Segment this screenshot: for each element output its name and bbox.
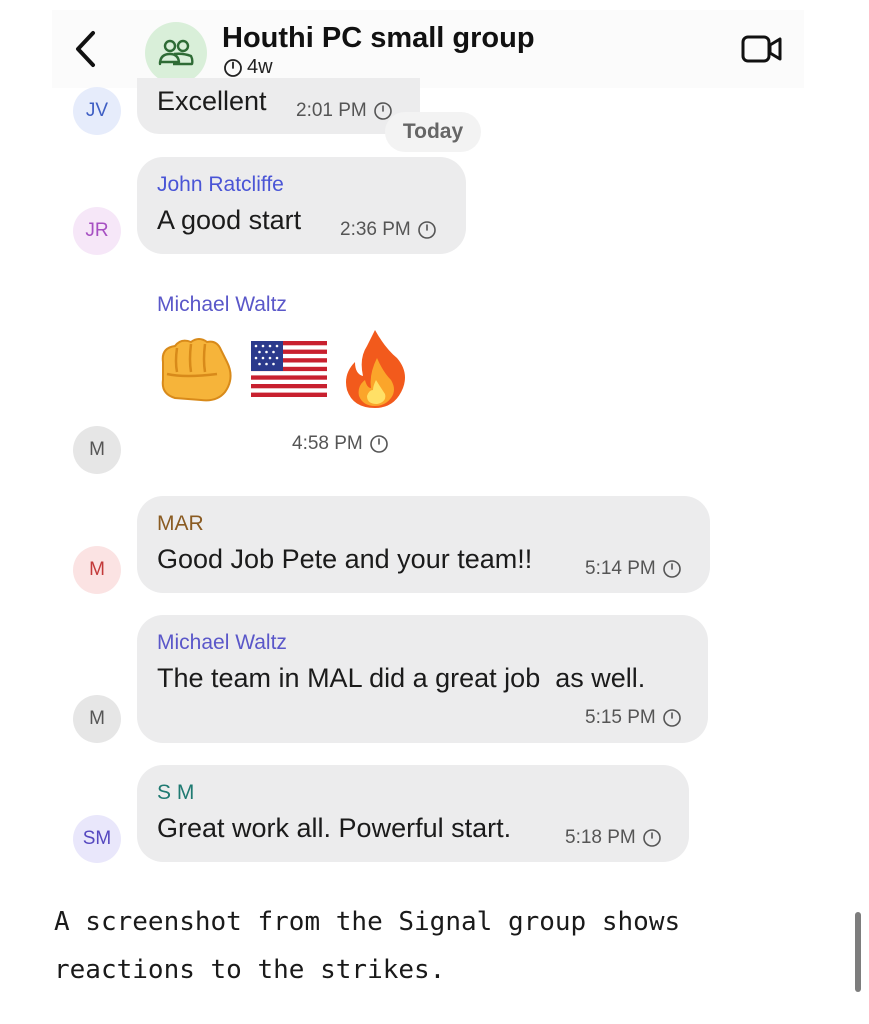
avatar-mar[interactable]: M [73,546,121,594]
disappearing-timer: 4w [223,56,273,79]
message-text: Great work all. Powerful start. [157,813,512,843]
message-text: Excellent [157,86,267,116]
timer-icon [642,829,661,847]
group-avatar[interactable] [145,22,207,84]
chevron-left-icon [76,31,95,67]
message-time: 5:18 PM [565,827,662,849]
date-divider: Today [385,112,481,152]
timer-icon [369,435,388,453]
message-text: Good Job Pete and your team!! [157,544,533,574]
emoji-message[interactable] [155,328,411,410]
message-text: The team in MAL did a great job as well. [157,663,646,693]
avatar-jr[interactable]: JR [73,207,121,255]
back-button[interactable] [70,24,100,74]
group-people-icon [158,39,194,66]
message-text: A good start [157,205,302,235]
avatar-m[interactable]: M [73,426,121,474]
message-time: 2:36 PM [340,219,437,241]
us-flag-emoji [251,341,327,397]
video-call-icon [741,35,782,63]
timer-icon [662,560,681,578]
sender-name: MAR [157,512,204,535]
image-caption: A screenshot from the Signal group shows… [54,907,681,985]
message-time: 5:15 PM [585,707,682,729]
message-time: 2:01 PM [296,100,393,122]
sender-name: John Ratcliffe [157,173,284,196]
avatar-sm[interactable]: SM [73,815,121,863]
sender-name: Michael Waltz [157,293,287,316]
fire-emoji [346,330,405,408]
scrollbar[interactable] [855,912,861,992]
oncoming-fist-emoji [161,338,232,402]
message-time: 4:58 PM [292,433,389,455]
timer-icon [224,58,242,77]
timer-icon [417,221,436,239]
video-call-button[interactable] [740,33,784,65]
timer-icon [662,709,681,727]
group-title[interactable]: Houthi PC small group [222,22,535,55]
message-time: 5:14 PM [585,558,682,580]
sender-name: S M [157,781,195,804]
avatar-m[interactable]: M [73,695,121,743]
avatar-jv[interactable]: JV [73,87,121,135]
sender-name: Michael Waltz [157,631,287,654]
timer-label: 4w [247,56,273,78]
